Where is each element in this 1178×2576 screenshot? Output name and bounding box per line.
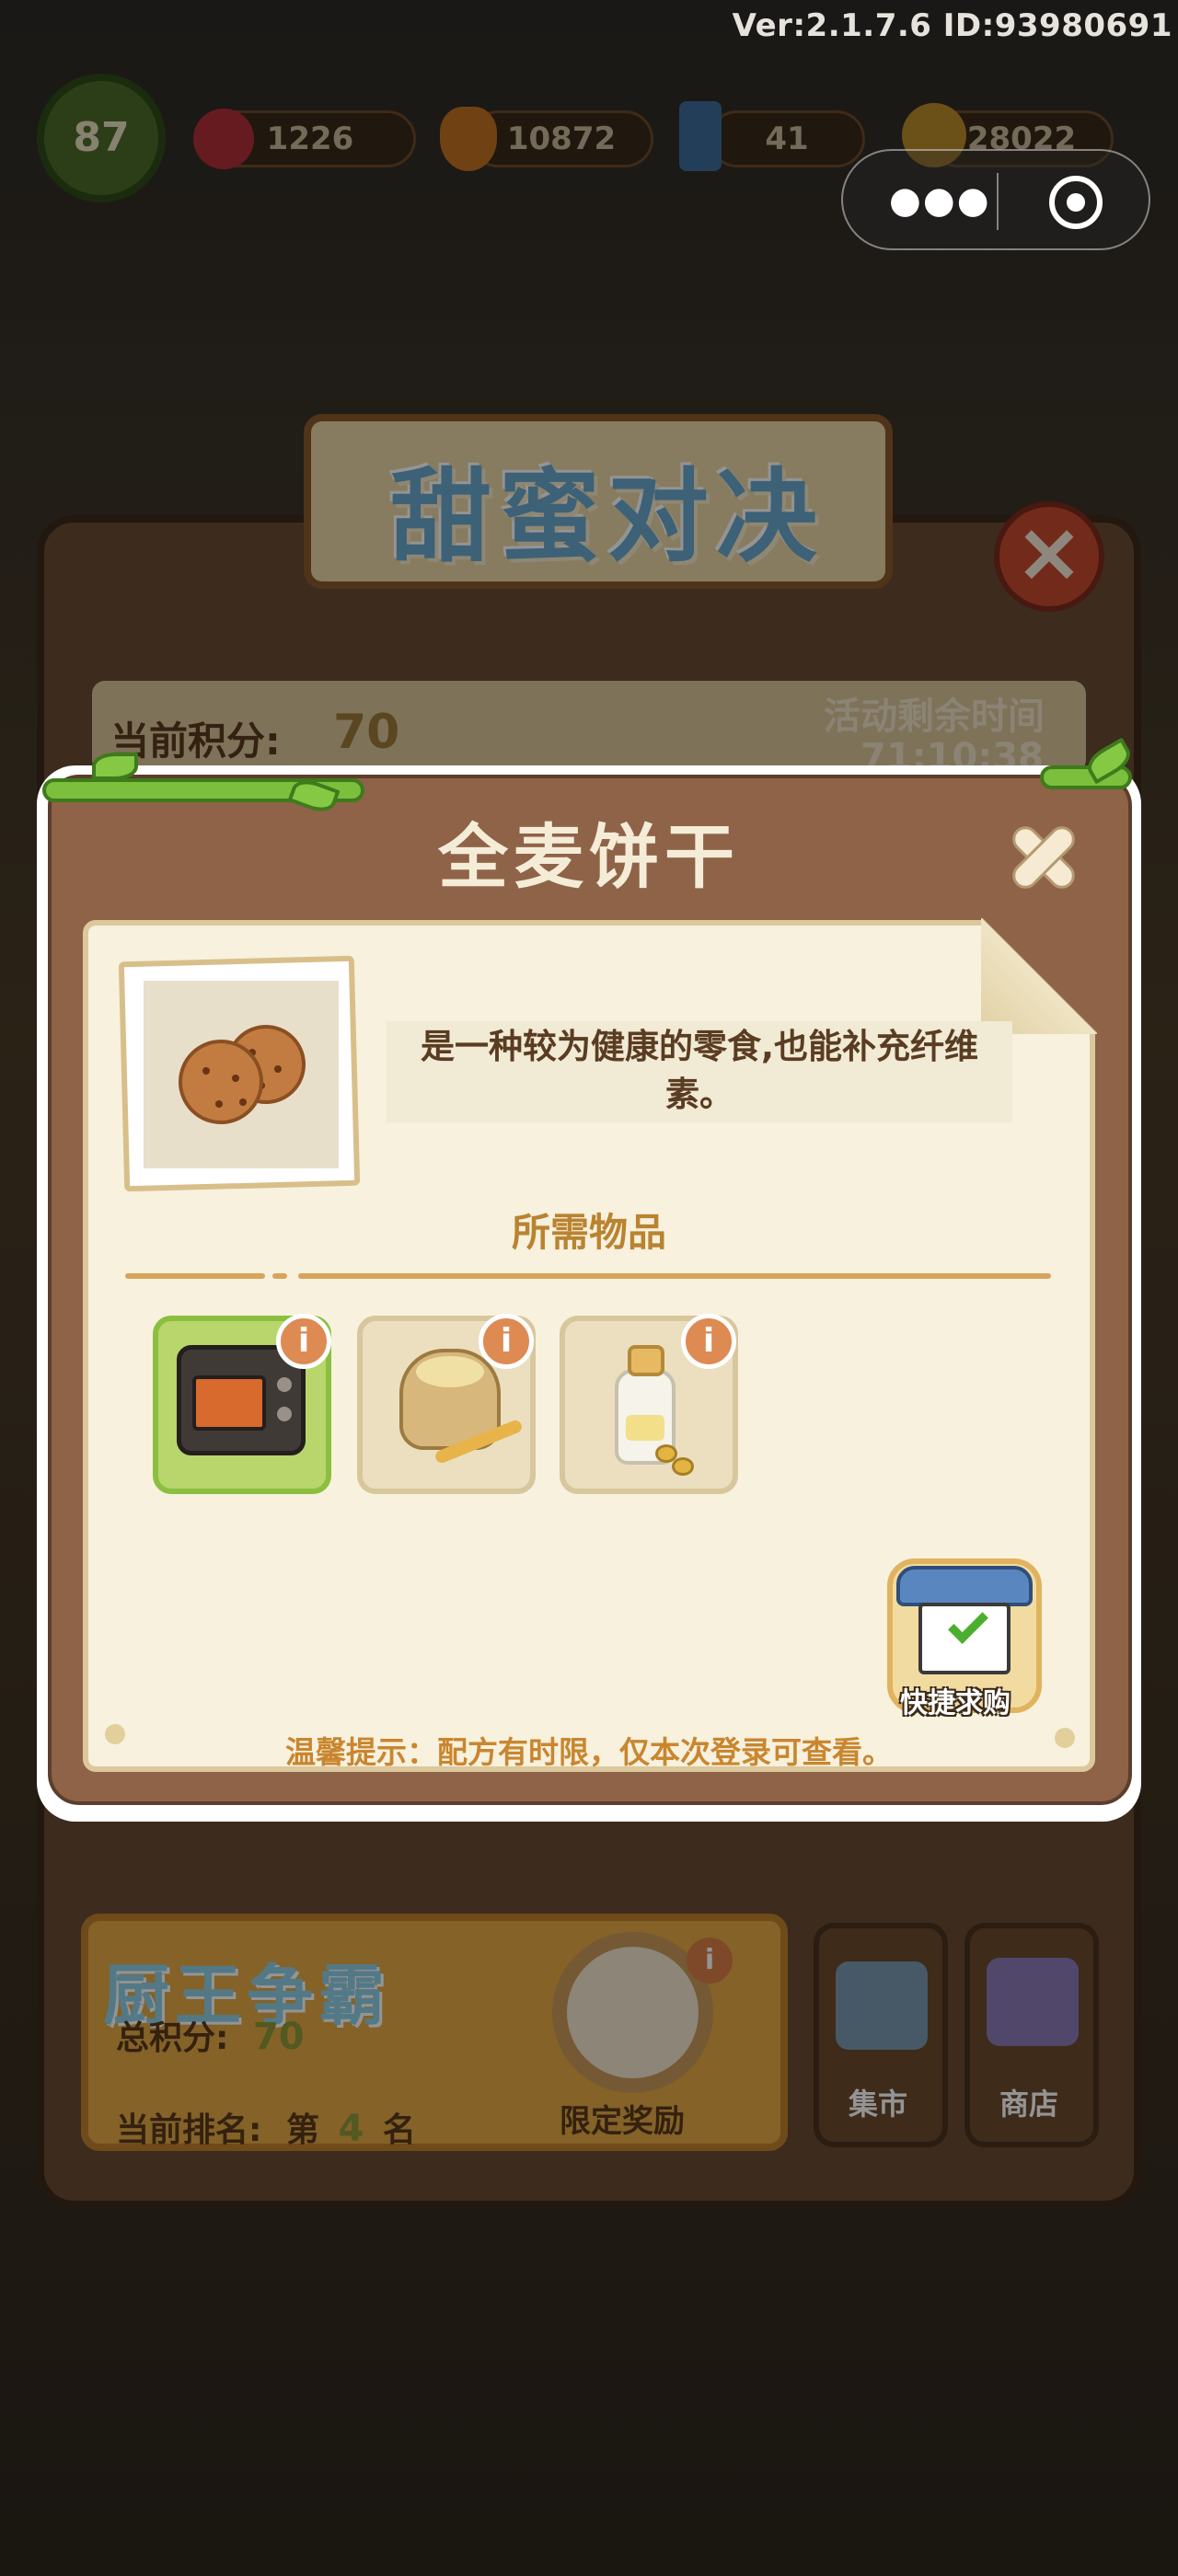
recipe-tip: 温馨提示：配方有时限，仅本次登录可查看。 — [285, 1734, 893, 1770]
cookie-piece — [179, 1040, 263, 1124]
oven-door — [192, 1375, 266, 1431]
stall-roof — [896, 1566, 1033, 1606]
leaf-icon — [92, 753, 138, 780]
checklist-board — [918, 1603, 1011, 1674]
version-label: Ver:2.1.7.6 ID:93980691 — [732, 7, 1172, 44]
item-info-icon[interactable]: i — [681, 1314, 736, 1369]
quick-purchase-label: 快捷求购 — [900, 1687, 1011, 1719]
soybean — [672, 1457, 694, 1476]
game-screen: 87 1226 10872 41 28022 甜蜜对决 × 当前积分: 70 活… — [0, 0, 1178, 2576]
flour-top — [416, 1356, 484, 1387]
check-icon — [948, 1604, 988, 1644]
more-dots-icon[interactable]: ●●● — [889, 182, 991, 219]
target-circle-icon[interactable] — [1049, 176, 1103, 229]
item-description: 是一种较为健康的零食,也能补充纤维素。 — [420, 1027, 979, 1114]
divider-line — [298, 1273, 1051, 1279]
mini-program-capsule: ●●● — [841, 149, 1150, 250]
divider-line — [272, 1273, 287, 1279]
cookie-icon — [144, 981, 339, 1168]
oven-knob — [277, 1377, 292, 1392]
item-info-icon[interactable]: i — [276, 1314, 331, 1369]
item-info-icon[interactable]: i — [479, 1314, 534, 1369]
paper-curl-decoration — [981, 918, 1097, 1034]
oven-knob — [277, 1407, 292, 1421]
divider-line — [125, 1273, 265, 1279]
bottle-cap — [628, 1345, 664, 1376]
bottle-label — [626, 1415, 664, 1441]
required-items-title: 所需物品 — [511, 1210, 666, 1255]
capsule-divider — [997, 173, 999, 230]
close-x-icon[interactable] — [1001, 815, 1086, 900]
